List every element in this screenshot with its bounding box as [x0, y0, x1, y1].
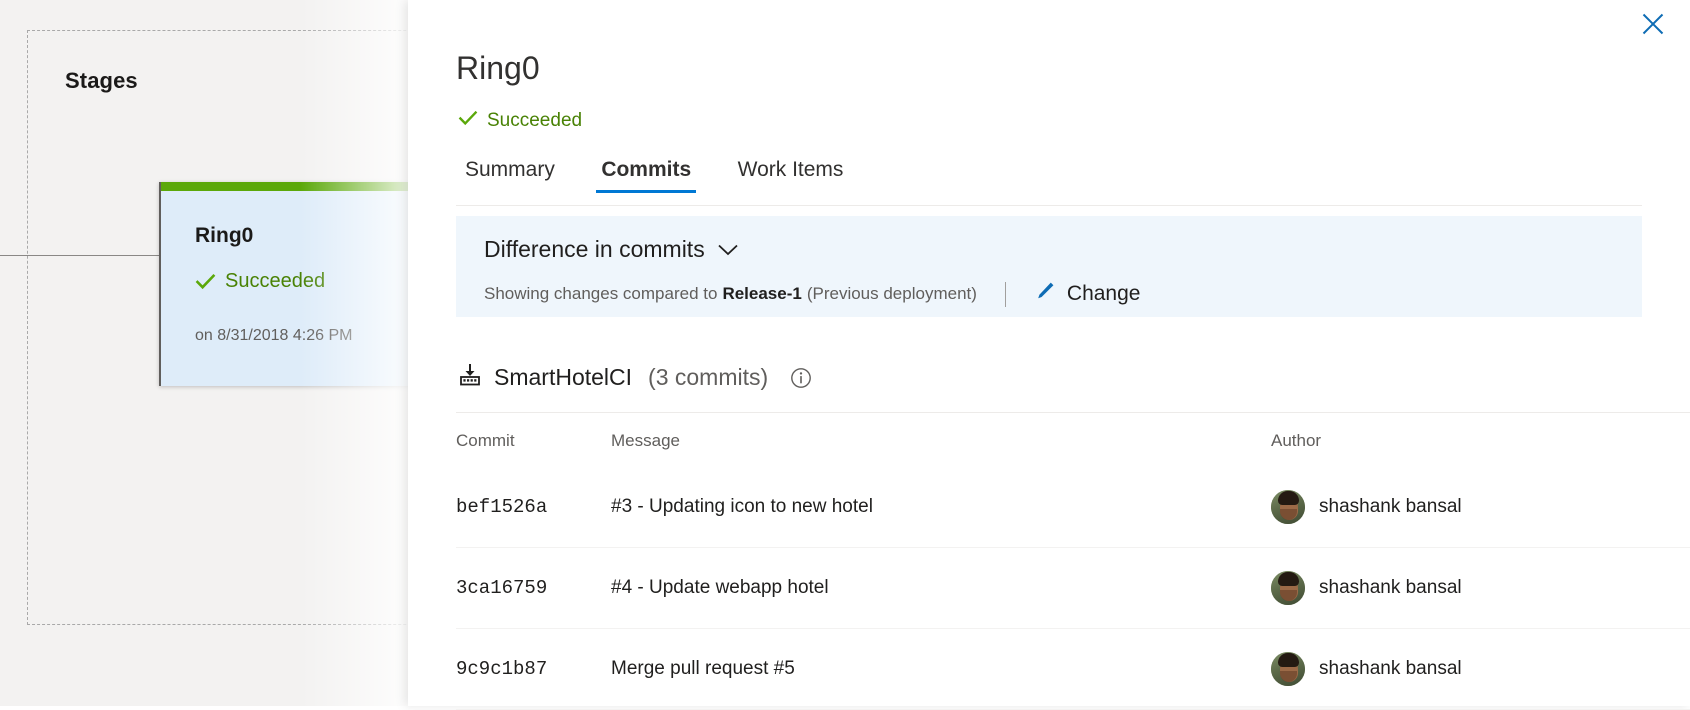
commit-id-link[interactable]: 9c9c1b87 [456, 658, 547, 680]
column-header-commit: Commit [456, 412, 611, 467]
check-icon [195, 271, 216, 292]
cell-message: #3 - Updating icon to new hotel [611, 496, 873, 517]
cell-message: Merge pull request #5 [611, 628, 1271, 710]
stage-card-ring0[interactable]: Ring0 Succeeded on 8/31/2018 4:26 PM [159, 182, 440, 386]
avatar [1271, 571, 1305, 605]
difference-description-prefix: Showing changes compared to [484, 284, 718, 303]
status-label: Succeeded [487, 110, 583, 131]
pencil-icon [1034, 280, 1056, 308]
stage-card-status: Succeeded [195, 270, 325, 293]
cell-commit: 3ca16759 [456, 547, 611, 629]
tab-commits[interactable]: Commits [592, 158, 700, 193]
repository-header: SmartHotelCI (3 commits) [458, 363, 812, 392]
cell-author: shashank bansal [1271, 467, 1690, 548]
difference-in-commits-toggle[interactable]: Difference in commits [484, 236, 739, 263]
tab-bar: Summary Commits Work Items [456, 158, 1642, 206]
commits-table: Commit Message Author bef1526a #3 - Upda… [456, 412, 1690, 710]
difference-description-suffix: (Previous deployment) [806, 284, 977, 303]
commit-id-link[interactable]: bef1526a [456, 496, 547, 518]
repository-commit-count: (3 commits) [648, 364, 769, 390]
commits-table-head: Commit Message Author [456, 412, 1690, 467]
difference-in-commits-label: Difference in commits [484, 236, 705, 262]
table-row[interactable]: 3ca16759 #4 - Update webapp hotel shasha… [456, 547, 1690, 629]
cell-author: shashank bansal [1271, 628, 1690, 710]
stage-card-status-bar [161, 182, 440, 191]
stage-detail-panel: Ring0 Succeeded Summary Commits Work Ite… [408, 0, 1690, 710]
commits-table-body: bef1526a #3 - Updating icon to new hotel… [456, 467, 1690, 710]
panel-inner: Ring0 Succeeded Summary Commits Work Ite… [456, 0, 1690, 710]
release-details-screen: Stages Ring0 Succeeded on 8/31/2018 4:26… [0, 0, 1690, 710]
cell-commit: bef1526a [456, 467, 611, 548]
repository-name[interactable]: SmartHotelCI [494, 364, 632, 391]
author-cell: shashank bansal [1271, 490, 1690, 524]
difference-in-commits-banner: Difference in commits Showing changes co… [456, 216, 1642, 317]
commit-id-link[interactable]: 3ca16759 [456, 577, 547, 599]
divider [1004, 281, 1006, 307]
tab-summary[interactable]: Summary [456, 158, 564, 193]
cell-commit: 9c9c1b87 [456, 628, 611, 710]
stage-connector-line [0, 255, 172, 256]
column-header-message: Message [611, 412, 1271, 467]
avatar [1271, 652, 1305, 686]
table-header-row: Commit Message Author [456, 412, 1690, 467]
check-icon [458, 108, 478, 134]
change-button[interactable]: Change [1034, 280, 1141, 308]
stages-title: Stages [65, 68, 138, 93]
tab-work-items[interactable]: Work Items [729, 158, 853, 193]
stage-card-title: Ring0 [195, 224, 254, 247]
stage-card-timestamp: on 8/31/2018 4:26 PM [195, 327, 353, 344]
table-row[interactable]: bef1526a #3 - Updating icon to new hotel… [456, 467, 1690, 548]
page-title: Ring0 [456, 50, 540, 86]
difference-description: Showing changes compared to Release-1 (P… [484, 280, 1140, 308]
stage-card-status-label: Succeeded [225, 270, 326, 292]
difference-release-name: Release-1 [722, 284, 802, 303]
author-cell: shashank bansal [1271, 571, 1690, 605]
status-badge: Succeeded [458, 108, 582, 134]
cell-message: #4 - Update webapp hotel [611, 547, 1271, 629]
author-name: shashank bansal [1319, 577, 1462, 598]
author-name: shashank bansal [1319, 658, 1462, 679]
avatar [1271, 490, 1305, 524]
table-row[interactable]: 9c9c1b87 Merge pull request #5 shashank … [456, 628, 1690, 710]
change-label: Change [1066, 282, 1141, 305]
info-icon[interactable] [790, 367, 812, 389]
cell-author: shashank bansal [1271, 547, 1690, 629]
stages-canvas: Stages Ring0 Succeeded on 8/31/2018 4:26… [0, 0, 440, 706]
author-name: shashank bansal [1319, 496, 1462, 517]
chevron-down-icon [717, 236, 739, 263]
column-header-author: Author [1271, 412, 1690, 467]
repository-icon [458, 363, 482, 392]
author-cell: shashank bansal [1271, 652, 1690, 686]
